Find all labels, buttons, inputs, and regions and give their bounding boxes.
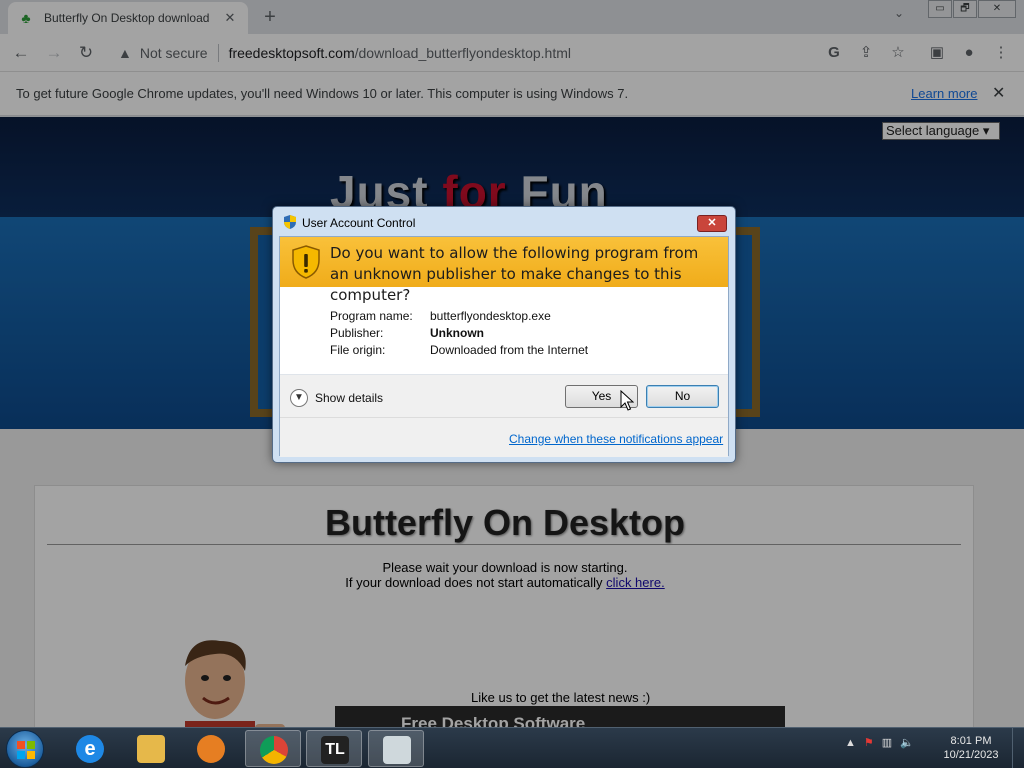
program-info: Program name: butterflyondesktop.exe Pub… [330,309,588,360]
system-tray: ▲ ⚑ ▥ 🔈 [845,736,914,750]
uac-warning-banner: Do you want to allow the following progr… [280,237,728,304]
uac-close-button[interactable]: ✕ [697,215,727,232]
change-notifications-link[interactable]: Change when these notifications appear [509,432,723,446]
internet-explorer-icon: e [76,735,104,763]
action-center-icon[interactable]: ⚑ [864,736,874,749]
network-icon[interactable]: ▥ [882,736,892,749]
program-name-label: Program name: [330,309,413,323]
uac-body: Do you want to allow the following progr… [279,236,729,457]
show-details-toggle[interactable]: ▼ Show details [290,389,383,407]
chevron-down-icon[interactable]: ▼ [290,389,308,407]
clock-date: 10/21/2023 [943,749,999,761]
program-name-row: Program name: butterflyondesktop.exe [330,309,588,326]
taskbar-media-player[interactable] [183,730,239,767]
file-origin-label: File origin: [330,343,386,357]
file-explorer-icon [137,735,165,763]
uac-dialog: User Account Control ✕ Do you want to al… [272,206,736,463]
tl-app-icon: TL [321,736,349,764]
media-player-icon [197,735,225,763]
chrome-icon [260,736,288,764]
publisher-label: Publisher: [330,326,384,340]
program-name-value: butterflyondesktop.exe [430,309,551,323]
show-desktop-button[interactable] [1012,728,1024,768]
taskbar-clock[interactable]: 8:01 PM 10/21/2023 [938,734,1004,762]
start-button[interactable] [6,730,44,768]
publisher-value: Unknown [430,326,484,340]
uac-question: Do you want to allow the following progr… [330,244,699,304]
taskbar-chrome[interactable] [245,730,301,767]
volume-icon[interactable]: 🔈 [900,736,914,749]
file-origin-row: File origin: Downloaded from the Interne… [330,343,588,360]
taskbar-installer[interactable] [368,730,424,767]
no-button[interactable]: No [646,385,719,408]
tray-expand-icon[interactable]: ▲ [845,737,856,749]
installer-icon [383,736,411,764]
taskbar-ie[interactable]: e [62,730,118,767]
windows-flag-icon [17,741,35,759]
clock-time: 8:01 PM [950,735,992,747]
uac-shield-icon [284,215,296,229]
publisher-row: Publisher: Unknown [330,326,588,343]
warning-shield-icon [292,245,320,279]
windows-taskbar: e TL ▲ ⚑ ▥ 🔈 8:01 PM 10/21/2023 [0,727,1024,768]
file-origin-value: Downloaded from the Internet [430,343,589,357]
uac-title: User Account Control [302,216,416,230]
mouse-cursor-icon [620,390,634,411]
taskbar-explorer[interactable] [123,730,179,767]
uac-titlebar: User Account Control ✕ [273,207,735,237]
footer-divider [280,417,728,418]
show-details-label[interactable]: Show details [315,391,383,405]
taskbar-tl-app[interactable]: TL [306,730,362,767]
uac-footer: ▼ Show details Yes No Change when these … [280,375,728,457]
